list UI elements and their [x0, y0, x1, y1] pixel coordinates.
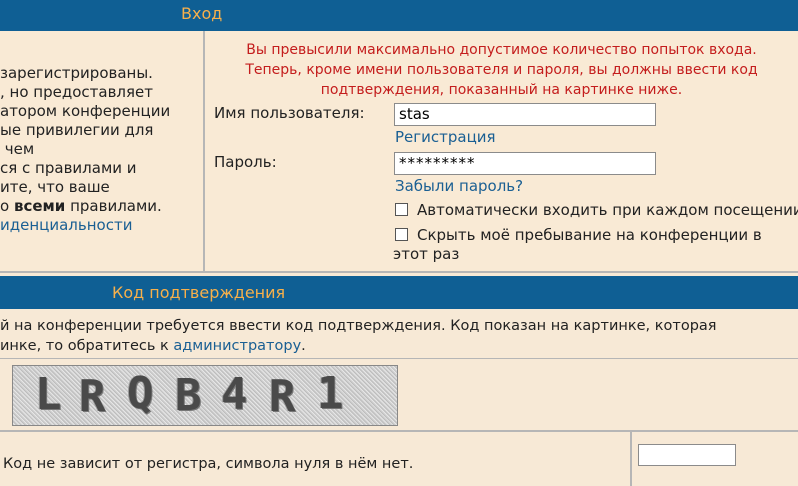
captcha-char-7: 1 [317, 368, 344, 419]
left-line-2: , но предоставляет [0, 83, 153, 101]
confirm-text: й на конференции требуется ввести код по… [0, 318, 717, 354]
left-line-3: атором конференции [0, 102, 171, 120]
forgot-password-link[interactable]: Забыли пароль? [395, 177, 523, 195]
left-line-4: ые привилегии для [0, 121, 154, 139]
captcha-char-1: L [35, 369, 62, 420]
code-hint: Код не зависит от регистра, символа нуля… [3, 456, 414, 472]
left-info-text: зарегистрированы. , но предоставляет ато… [0, 64, 170, 235]
login-header-title: Вход [181, 4, 223, 23]
password-label: Пароль: [214, 153, 277, 171]
captcha-char-3: Q [127, 368, 154, 419]
section-separator [0, 271, 798, 273]
left-line-5: чем [0, 140, 35, 158]
register-link[interactable]: Регистрация [395, 128, 496, 146]
emphasis-all: всеми [13, 197, 66, 215]
auto-login-label[interactable]: Автоматически входить при каждом посещен… [417, 201, 798, 219]
error-message: Вы превысили максимально допустимое коли… [245, 42, 758, 98]
password-input[interactable]: ********* [394, 152, 656, 175]
hide-presence-label-1[interactable]: Скрыть моё пребывание на конференции в [417, 226, 762, 244]
captcha-char-2: R [79, 371, 106, 422]
left-line-1: зарегистрированы. [0, 64, 153, 82]
login-header: Вход [0, 0, 798, 31]
captcha-char-6: R [269, 371, 296, 422]
admin-link[interactable]: администратору [173, 338, 301, 354]
confirm-header: Код подтверждения [0, 276, 798, 309]
captcha-image: L R Q B 4 R 1 [12, 365, 398, 426]
captcha-char-4: B [175, 370, 202, 421]
bottom-row-divider [630, 432, 632, 486]
captcha-char-5: 4 [221, 369, 248, 420]
left-line-7: ите, что ваше [0, 178, 110, 196]
captcha-top-line [0, 358, 798, 359]
privacy-link[interactable]: иденциальности [0, 216, 170, 235]
hide-presence-label-2[interactable]: этот раз [393, 245, 459, 263]
username-input[interactable]: stas [394, 103, 656, 126]
confirm-code-input[interactable] [638, 444, 736, 466]
left-line-6: ся с правилами и [0, 159, 137, 177]
left-line-8: о всеми правилами. [0, 197, 162, 215]
auto-login-checkbox[interactable] [395, 203, 408, 216]
confirm-header-title: Код подтверждения [112, 283, 286, 302]
hide-presence-checkbox[interactable] [395, 228, 408, 241]
username-label: Имя пользователя: [214, 104, 365, 122]
bottom-row-line [0, 430, 798, 432]
